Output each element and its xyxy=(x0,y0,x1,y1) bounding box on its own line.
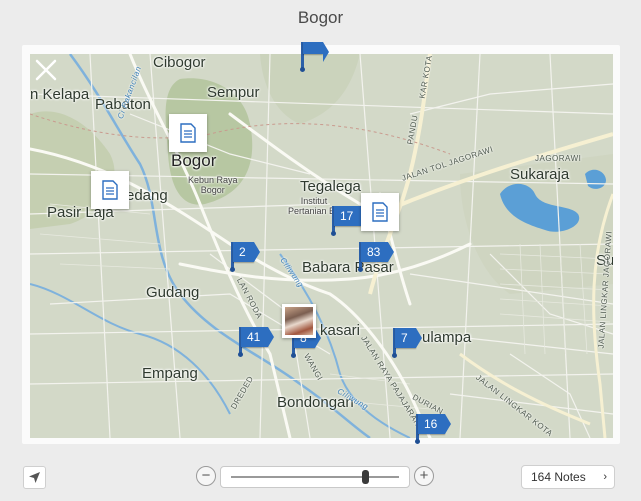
cluster-count xyxy=(303,42,329,62)
note-marker[interactable] xyxy=(91,171,129,209)
place-edang: edang xyxy=(126,187,168,204)
photo-thumbnail xyxy=(285,307,313,335)
note-document-icon xyxy=(372,202,388,222)
map-view[interactable]: Cibogor Sempur n Kelapa Pabaton Bogor Ke… xyxy=(30,54,613,438)
place-kasari: kasari xyxy=(320,322,361,339)
note-marker[interactable] xyxy=(169,114,207,152)
place-empang: Empang xyxy=(142,365,198,382)
cluster-count: 2 xyxy=(233,242,260,262)
window-title: Bogor xyxy=(297,8,344,27)
cluster-count: 7 xyxy=(395,328,422,348)
note-document-icon xyxy=(102,180,118,200)
cluster-count: 83 xyxy=(361,242,395,262)
place-kelapa: n Kelapa xyxy=(30,86,90,103)
place-cibogor: Cibogor xyxy=(153,54,206,71)
note-document-icon xyxy=(180,123,196,143)
chevron-right-icon: › xyxy=(603,471,607,483)
zoom-slider-line xyxy=(231,476,399,478)
close-icon[interactable] xyxy=(33,57,59,83)
place-gudang: Gudang xyxy=(146,284,200,301)
photo-marker[interactable] xyxy=(282,304,316,338)
notes-count-button[interactable]: 164 Notes › xyxy=(521,465,615,489)
locate-button[interactable] xyxy=(23,466,46,489)
zoom-out-button[interactable]: − xyxy=(196,466,216,486)
place-ulampa: ulampa xyxy=(422,329,472,346)
zoom-slider[interactable] xyxy=(220,466,410,488)
place-bogor: Bogor xyxy=(171,151,217,170)
cluster-count: 17 xyxy=(334,206,368,226)
place-tegalega: Tegalega xyxy=(300,178,361,195)
cluster-count: 16 xyxy=(418,414,452,434)
place-kebun-raya: Kebun Raya Bogor xyxy=(188,175,238,195)
location-arrow-icon xyxy=(29,472,40,483)
place-sempur: Sempur xyxy=(207,84,260,101)
cluster-count: 41 xyxy=(241,327,275,347)
zoom-in-button[interactable]: + xyxy=(414,466,434,486)
zoom-slider-thumb[interactable] xyxy=(361,470,369,484)
notes-count-label: 164 Notes xyxy=(531,470,586,484)
road-label-jagorawi: JAGORAWI xyxy=(535,154,582,163)
note-marker[interactable] xyxy=(361,193,399,231)
place-sukaraja: Sukaraja xyxy=(510,166,570,183)
